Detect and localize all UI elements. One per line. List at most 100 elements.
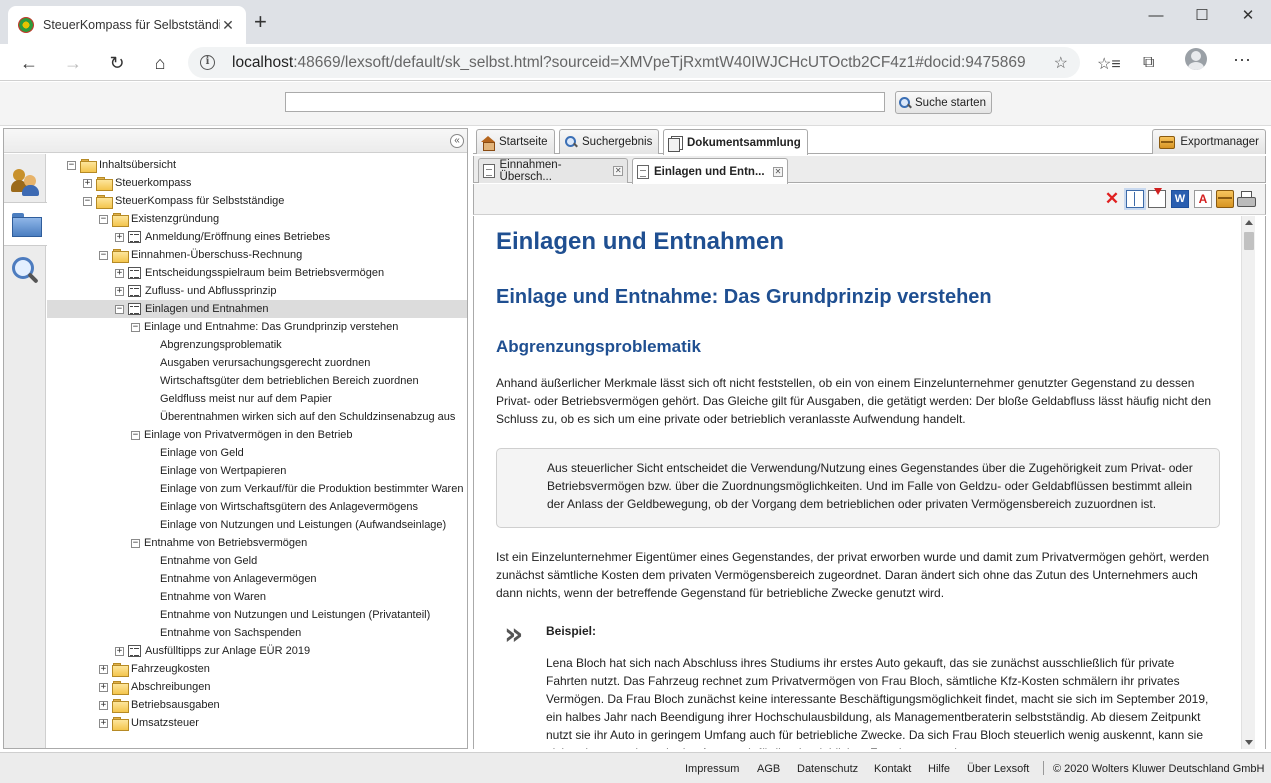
- expand-icon[interactable]: +: [99, 700, 108, 710]
- more-icon[interactable]: ⋯: [1233, 50, 1251, 71]
- tree-node[interactable]: + Ausfülltipps zur Anlage EÜR 2019: [115, 642, 310, 660]
- doc-tab-einlagen[interactable]: Einlagen und Entn... ✕: [632, 158, 788, 184]
- minimize-icon[interactable]: —: [1133, 4, 1179, 28]
- expand-icon[interactable]: +: [115, 232, 124, 242]
- footer-link-datenschutz[interactable]: Datenschutz: [797, 763, 858, 775]
- collapse-panel-icon[interactable]: «: [450, 134, 464, 148]
- split-view-icon[interactable]: [1126, 190, 1144, 208]
- scroll-thumb[interactable]: [1244, 232, 1254, 250]
- forward-icon[interactable]: →: [59, 49, 87, 77]
- search-nav-button[interactable]: [4, 248, 46, 292]
- download-icon[interactable]: [1148, 188, 1166, 208]
- tree-node[interactable]: + Entscheidungsspielraum beim Betriebsver…: [115, 264, 384, 282]
- expand-icon[interactable]: +: [99, 718, 108, 728]
- tree-node[interactable]: Ausgaben verursachungsgerecht zuordnen: [147, 354, 370, 372]
- browser-tab[interactable]: SteuerKompass für Selbstständige ✕: [8, 6, 246, 44]
- word-export-icon[interactable]: W: [1171, 190, 1189, 208]
- tab-dokumentsammlung[interactable]: Dokumentsammlung: [663, 129, 808, 155]
- close-doc-tab-icon[interactable]: ✕: [773, 166, 783, 177]
- print-icon[interactable]: [1237, 190, 1256, 208]
- tree-node[interactable]: + Zufluss- und Abflussprinzip: [115, 282, 276, 300]
- favorites-icon[interactable]: ☆≡: [1097, 54, 1121, 74]
- tree-node[interactable]: + Betriebsausgaben: [99, 696, 220, 714]
- tree-node[interactable]: Entnahme von Anlagevermögen: [147, 570, 317, 588]
- close-document-icon[interactable]: ✕: [1103, 190, 1121, 208]
- tree-node[interactable]: Einlage von Geld: [147, 444, 244, 462]
- expand-icon[interactable]: +: [99, 682, 108, 692]
- collapse-icon[interactable]: −: [99, 214, 108, 224]
- footer-link-impressum[interactable]: Impressum: [685, 763, 739, 775]
- tree-node[interactable]: Überentnahmen wirken sich auf den Schuld…: [147, 408, 455, 426]
- document-scrollbar[interactable]: [1241, 216, 1255, 749]
- collapse-icon[interactable]: −: [115, 304, 124, 314]
- close-tab-icon[interactable]: ✕: [220, 17, 236, 34]
- tree-node[interactable]: Wirtschaftsgüter dem betrieblichen Berei…: [147, 372, 419, 390]
- tree-node[interactable]: − Entnahme von Betriebsvermögen: [131, 534, 307, 552]
- doc-tab-einnahmen[interactable]: Einnahmen-Übersch... ✕: [478, 158, 628, 183]
- profile-icon[interactable]: [1185, 48, 1207, 70]
- tree-node[interactable]: Entnahme von Geld: [147, 552, 257, 570]
- tree-node[interactable]: Einlage von Nutzungen und Leistungen (Au…: [147, 516, 446, 534]
- scroll-up-icon[interactable]: [1245, 220, 1253, 225]
- tree-node[interactable]: − Einlage und Entnahme: Das Grundprinzip …: [131, 318, 398, 336]
- scroll-down-icon[interactable]: [1245, 740, 1253, 745]
- user-profile-nav-button[interactable]: [4, 160, 46, 204]
- expand-icon[interactable]: +: [115, 286, 124, 296]
- tree-node[interactable]: + Umsatzsteuer: [99, 714, 199, 732]
- collapse-icon[interactable]: −: [99, 250, 108, 260]
- window-close-icon[interactable]: ✕: [1225, 4, 1271, 28]
- collections-icon[interactable]: ⧉: [1143, 54, 1154, 72]
- close-doc-tab-icon[interactable]: ✕: [613, 166, 623, 176]
- tree-node[interactable]: + Anmeldung/Eröffnung eines Betriebes: [115, 228, 330, 246]
- tree-node[interactable]: Geldfluss meist nur auf dem Papier: [147, 390, 332, 408]
- collapse-icon[interactable]: −: [131, 538, 140, 548]
- search-input[interactable]: [285, 92, 885, 112]
- content-overview-nav-button[interactable]: [4, 202, 47, 246]
- collapse-icon[interactable]: −: [83, 196, 92, 206]
- star-icon[interactable]: ☆: [1054, 53, 1068, 73]
- tree-node[interactable]: − Einnahmen-Überschuss-Rechnung: [99, 246, 302, 264]
- maximize-icon[interactable]: ☐: [1179, 4, 1225, 28]
- tree-node[interactable]: − Existenzgründung: [99, 210, 219, 228]
- tree-node[interactable]: Einlage von Wirtschaftsgütern des Anlage…: [147, 498, 418, 516]
- tree-node[interactable]: + Fahrzeugkosten: [99, 660, 210, 678]
- info-icon[interactable]: i: [200, 55, 215, 70]
- tree-node[interactable]: − Einlage von Privatvermögen in den Betri…: [131, 426, 353, 444]
- pdf-export-icon[interactable]: A: [1194, 190, 1212, 208]
- collapse-icon[interactable]: −: [67, 160, 76, 170]
- folder-icon: [112, 681, 129, 695]
- url-field[interactable]: i localhost:48669/lexsoft/default/sk_sel…: [188, 47, 1080, 78]
- tab-startseite[interactable]: Startseite: [476, 129, 555, 154]
- expand-icon[interactable]: +: [83, 178, 92, 188]
- tab-exportmanager[interactable]: Exportmanager: [1152, 129, 1266, 154]
- export-manager-icon[interactable]: [1216, 190, 1234, 208]
- back-icon[interactable]: ←: [15, 49, 43, 77]
- home-icon[interactable]: ⌂: [146, 49, 174, 77]
- tree-node[interactable]: + Steuerkompass: [83, 174, 191, 192]
- expand-icon[interactable]: +: [115, 268, 124, 278]
- collapse-icon[interactable]: −: [131, 430, 140, 440]
- footer-link-kontakt[interactable]: Kontakt: [874, 763, 911, 775]
- tree-node[interactable]: − Inhaltsübersicht: [67, 156, 176, 174]
- tree-node[interactable]: Einlage von Wertpapieren: [147, 462, 286, 480]
- search-button[interactable]: Suche starten: [895, 91, 992, 114]
- reload-icon[interactable]: ↻: [103, 49, 131, 77]
- collapse-icon[interactable]: −: [131, 322, 140, 332]
- tree-node[interactable]: − Einlagen und Entnahmen: [47, 300, 467, 318]
- expand-icon[interactable]: +: [115, 646, 124, 656]
- tab-suchergebnis[interactable]: Suchergebnis: [559, 129, 660, 154]
- tree-node[interactable]: + Abschreibungen: [99, 678, 211, 696]
- footer-link-ueber-lexsoft[interactable]: Über Lexsoft: [967, 763, 1029, 775]
- expand-icon[interactable]: +: [99, 664, 108, 674]
- footer-link-agb[interactable]: AGB: [757, 763, 780, 775]
- tree-node[interactable]: − SteuerKompass für Selbstständige: [83, 192, 284, 210]
- content-tree: − Inhaltsübersicht + Steuerkompass − SteuerKo…: [47, 154, 467, 748]
- tree-node[interactable]: Entnahme von Waren: [147, 588, 266, 606]
- tree-node[interactable]: Entnahme von Nutzungen und Leistungen (P…: [147, 606, 430, 624]
- new-tab-icon[interactable]: +: [254, 10, 267, 34]
- footer-link-hilfe[interactable]: Hilfe: [928, 763, 950, 775]
- footer-divider: [1043, 761, 1044, 775]
- tree-node[interactable]: Entnahme von Sachspenden: [147, 624, 301, 642]
- tree-node[interactable]: Einlage von zum Verkauf/für die Produkti…: [147, 480, 463, 498]
- tree-node[interactable]: Abgrenzungsproblematik: [147, 336, 282, 354]
